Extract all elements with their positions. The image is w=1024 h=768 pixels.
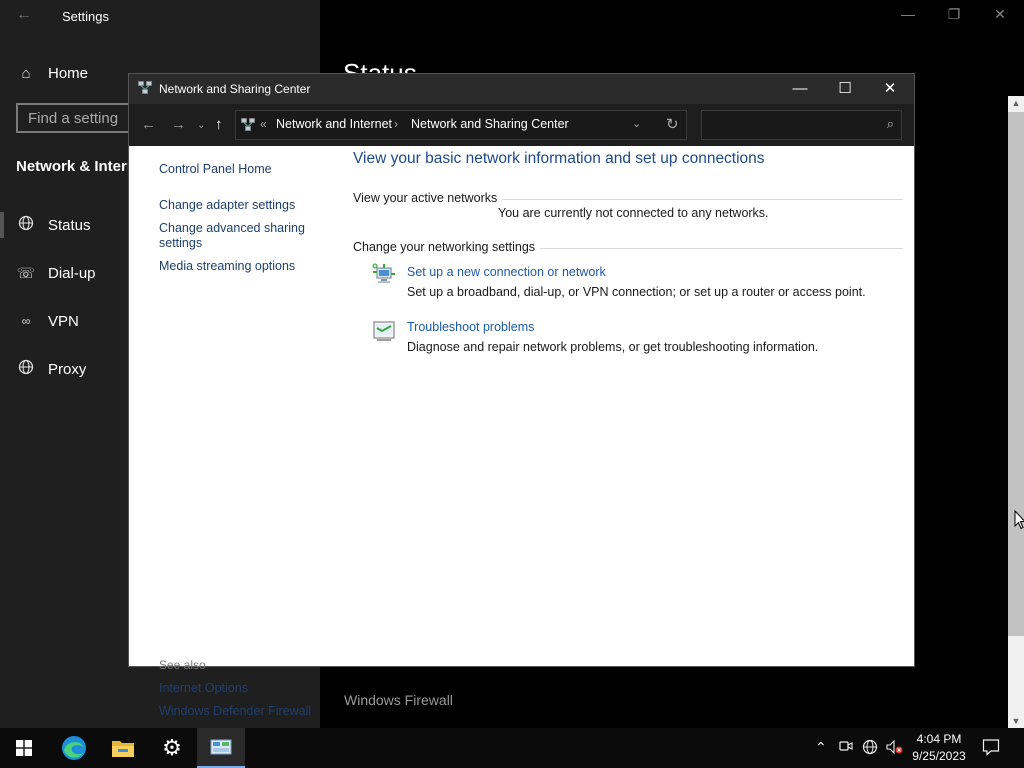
notifications-icon[interactable] (982, 738, 1000, 759)
close-icon[interactable]: ✕ (867, 79, 913, 99)
home-label: Home (48, 64, 89, 82)
clock-time[interactable]: 4:04 PM (910, 732, 968, 746)
divider (529, 248, 903, 249)
taskbar-control-panel[interactable] (197, 728, 245, 768)
sidebar-item-label: Status (48, 216, 91, 234)
address-dropdown-icon[interactable]: ⌄ (632, 117, 641, 130)
breadcrumb-network-sharing-center[interactable]: Network and Sharing Center (411, 117, 569, 131)
control-panel-home-link[interactable]: Control Panel Home (159, 162, 272, 177)
restore-icon[interactable]: ❐ (944, 6, 964, 23)
nsc-content: Control Panel Home Change adapter settin… (129, 146, 914, 718)
change-settings-heading: Change your networking settings (353, 240, 541, 254)
sidebar-item-label: VPN (48, 312, 79, 330)
maximize-icon[interactable]: ☐ (822, 79, 868, 99)
address-toolbar: ← → ⌄ ↑ « Network and Internet › Network… (129, 104, 914, 146)
taskbar: ⚙ ⌃ 4:04 PM 9/25/2023 (0, 728, 1024, 768)
internet-options-link[interactable]: Internet Options (159, 681, 248, 696)
new-connection-icon (372, 263, 395, 283)
phone-icon: ☏ (16, 265, 36, 282)
home-icon: ⌂ (21, 64, 31, 82)
network-globe-icon[interactable] (862, 739, 878, 758)
globe-icon (16, 215, 36, 235)
divider (493, 199, 903, 200)
breadcrumb-network-internet[interactable]: Network and Internet (276, 117, 392, 131)
control-panel-icon (210, 739, 232, 755)
scrollbar-thumb[interactable] (1008, 112, 1024, 636)
refresh-icon[interactable]: ↻ (666, 115, 679, 133)
settings-icon: ⚙ (162, 735, 182, 760)
recent-locations-chevron-icon[interactable]: ⌄ (197, 120, 205, 131)
change-adapter-settings-link[interactable]: Change adapter settings (159, 198, 295, 213)
search-control-panel-input[interactable]: ⌕ (701, 110, 902, 140)
sidebar-item-status[interactable]: Status (16, 213, 91, 237)
not-connected-message: You are currently not connected to any n… (498, 206, 769, 220)
meet-now-icon[interactable] (839, 739, 853, 756)
title-bar[interactable]: Network and Sharing Center — ☐ ✕ (129, 74, 914, 104)
settings-title: Settings (62, 9, 109, 24)
sidebar-item-vpn[interactable]: ∞ VPN (16, 309, 79, 333)
edge-icon (62, 736, 86, 760)
close-icon[interactable]: ✕ (990, 6, 1010, 23)
forward-arrow-icon[interactable]: → (171, 116, 186, 133)
taskbar-edge[interactable] (50, 728, 98, 768)
clock-date[interactable]: 9/25/2023 (905, 749, 973, 763)
taskbar-settings[interactable]: ⚙ (148, 728, 196, 768)
minimize-icon[interactable]: — (777, 79, 823, 99)
media-streaming-options-link[interactable]: Media streaming options (159, 259, 295, 274)
sidebar-item-proxy[interactable]: Proxy (16, 357, 86, 381)
start-icon (16, 740, 32, 756)
minimize-icon[interactable]: — (898, 6, 918, 22)
scroll-up-icon[interactable]: ▲ (1008, 98, 1024, 108)
network-center-icon (138, 81, 152, 94)
volume-muted-icon[interactable] (886, 739, 904, 758)
breadcrumb-separator-icon[interactable]: › (394, 117, 398, 131)
active-networks-heading: View your active networks (353, 191, 503, 205)
file-explorer-icon (112, 741, 134, 757)
network-center-icon (241, 118, 255, 131)
change-advanced-sharing-link[interactable]: Change advanced sharing settings (159, 221, 319, 251)
search-icon[interactable]: ⌕ (887, 116, 894, 132)
windows-firewall-link[interactable]: Windows Firewall (344, 692, 453, 708)
setup-new-connection-link[interactable]: Set up a new connection or network (407, 265, 606, 279)
up-arrow-icon[interactable]: ↑ (215, 116, 223, 133)
show-hidden-icons-chevron-icon[interactable]: ⌃ (815, 739, 827, 756)
sidebar-item-label: Dial-up (48, 264, 96, 282)
address-bar[interactable]: « Network and Internet › Network and Sha… (235, 110, 687, 140)
troubleshoot-problems-link[interactable]: Troubleshoot problems (407, 320, 534, 334)
back-arrow-icon[interactable]: ← (16, 6, 32, 24)
start-button[interactable] (0, 728, 48, 768)
vpn-icon: ∞ (21, 314, 31, 328)
settings-home[interactable]: ⌂ Home (16, 61, 88, 85)
setup-new-connection-desc: Set up a broadband, dial-up, or VPN conn… (407, 285, 866, 299)
sidebar-item-dial-up[interactable]: ☏ Dial-up (16, 261, 96, 285)
troubleshoot-problems-desc: Diagnose and repair network problems, or… (407, 340, 819, 354)
selected-indicator (0, 212, 4, 238)
vertical-scrollbar[interactable]: ▲ ▼ (1008, 96, 1024, 728)
page-title: View your basic network information and … (353, 150, 765, 167)
see-also-label: See also (159, 658, 206, 672)
taskbar-file-explorer[interactable] (99, 728, 147, 768)
network-sharing-center-window: Network and Sharing Center — ☐ ✕ ← → ⌄ ↑… (129, 74, 914, 718)
windows-defender-firewall-link[interactable]: Windows Defender Firewall (159, 704, 311, 719)
back-arrow-icon[interactable]: ← (141, 116, 156, 133)
globe-icon (16, 359, 36, 379)
troubleshoot-icon (373, 321, 395, 341)
sidebar-item-label: Proxy (48, 360, 87, 378)
scroll-down-icon[interactable]: ▼ (1008, 716, 1024, 726)
mouse-cursor-icon (1014, 510, 1024, 530)
breadcrumb-overflow[interactable]: « (260, 117, 267, 131)
window-title: Network and Sharing Center (159, 82, 311, 96)
